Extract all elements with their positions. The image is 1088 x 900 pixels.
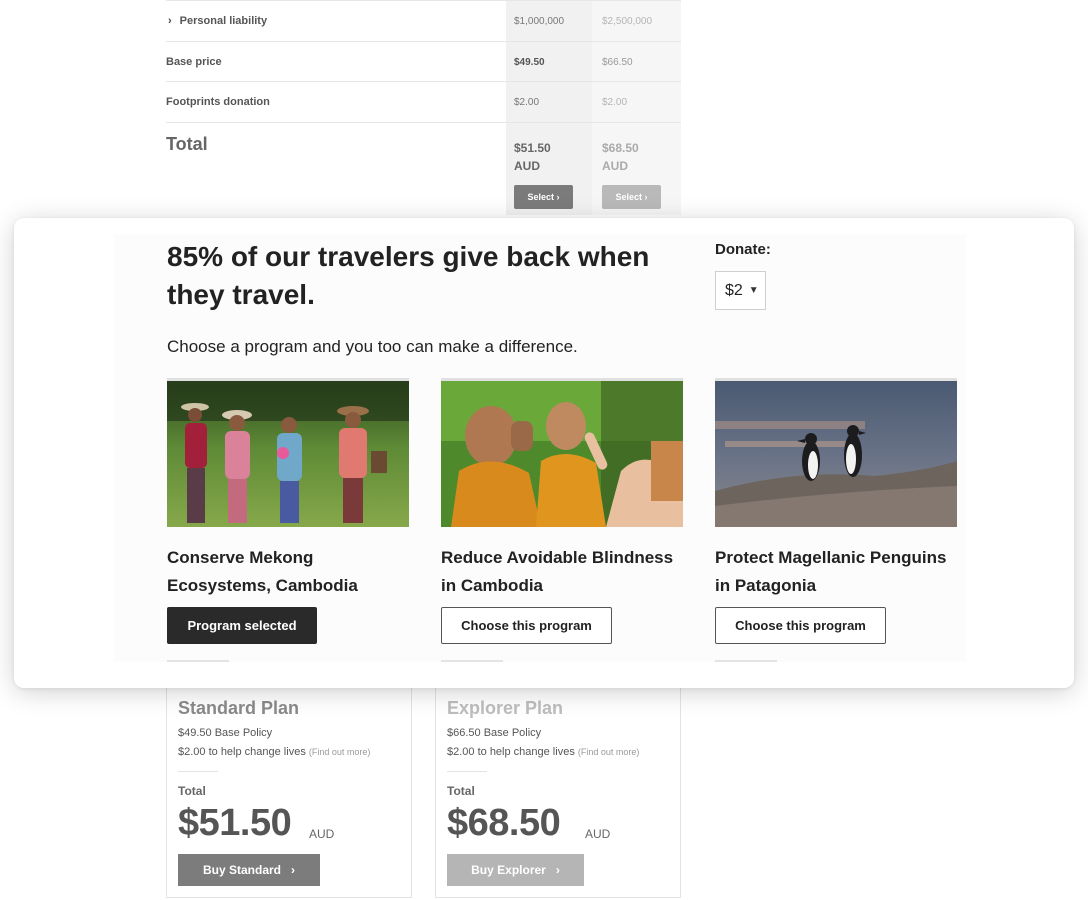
row-label: Personal liability [179,15,268,27]
chevron-right-icon: › [644,192,648,202]
select-standard-button[interactable]: Select › [514,185,573,209]
explorer-plan-card: Explorer Plan $66.50 Base Policy $2.00 t… [435,676,681,898]
find-out-more-link[interactable]: (Find out more) [309,747,371,757]
program-title: Reduce Avoidable Blindness in Cambodia [441,548,674,595]
standard-value: $1,000,000 [514,16,565,27]
divider [178,771,218,772]
buy-standard-button[interactable]: Buy Standard › [178,854,320,886]
divider [715,660,777,662]
donate-label: Donate: [715,241,771,258]
mekong-photo [167,378,409,527]
explorer-value: $2.00 [602,97,628,108]
explorer-value: $66.50 [602,57,633,68]
standard-value: $2.00 [514,97,540,108]
penguins-photo [715,378,957,527]
buy-explorer-button[interactable]: Buy Explorer › [447,854,584,886]
modal-headline: 85% of our travelers give back when they… [167,241,650,310]
standard-plan-card: Standard Plan $49.50 Base Policy $2.00 t… [166,676,412,898]
choose-program-button[interactable]: Choose this program [441,607,612,644]
donation-amount-select[interactable]: $2 ▼ [715,271,766,310]
program-title: Conserve Mekong Ecosystems, Cambodia [167,548,358,595]
total-label: Total [178,784,206,798]
total-amount: $68.50 [447,802,561,844]
caret-down-icon: ▼ [748,285,759,296]
select-label: Select [527,192,554,202]
program-selected-button[interactable]: Program selected [167,607,317,644]
row-label: Footprints donation [166,96,270,108]
donation-line: $2.00 to help change lives [447,746,575,758]
divider [447,771,487,772]
plan-name: Explorer Plan [447,698,564,718]
buy-label: Buy Explorer [471,863,546,877]
table-row: Base price $49.50 $66.50 [166,41,681,82]
donation-text: $2.00 to help change lives (Find out mor… [447,746,639,758]
currency: AUD [585,827,611,841]
program-title: Protect Magellanic Penguins in Patagonia [715,548,947,595]
select-explorer-button[interactable]: Select › [602,185,661,209]
base-policy-text: $49.50 Base Policy [178,727,273,739]
explorer-value: $2,500,000 [602,16,653,27]
plan-name: Standard Plan [178,698,300,718]
chevron-right-icon: › [555,863,560,877]
donation-amount-value: $2 [725,281,743,299]
select-label: Select [615,192,642,202]
divider [441,660,503,662]
choose-program-button[interactable]: Choose this program [715,607,886,644]
table-row: Footprints donation $2.00 $2.00 [166,81,681,122]
row-label: Base price [166,56,222,68]
personal-liability-toggle[interactable]: › Personal liability [166,15,267,27]
table-row[interactable]: › Personal liability $1,000,000 $2,500,00… [166,0,681,41]
total-label: Total [447,784,475,798]
donation-text: $2.00 to help change lives (Find out mor… [178,746,370,758]
buy-label: Buy Standard [202,863,281,877]
base-policy-text: $66.50 Base Policy [447,727,542,739]
explorer-total: $68.50 AUD [602,141,639,173]
chevron-right-icon: › [168,15,172,27]
chevron-right-icon: › [291,863,295,877]
standard-value: $49.50 [514,57,545,68]
currency: AUD [309,827,335,841]
standard-total: $51.50 AUD [514,141,551,173]
donation-modal: 85% of our travelers give back when they… [14,218,1074,688]
total-amount: $51.50 [178,802,292,844]
blindness-photo [441,378,683,527]
total-label: Total [166,134,208,154]
divider [167,660,229,662]
chevron-right-icon: › [556,192,560,202]
find-out-more-link[interactable]: (Find out more) [578,747,640,757]
donation-line: $2.00 to help change lives [178,746,306,758]
modal-subheading: Choose a program and you too can make a … [167,337,578,356]
